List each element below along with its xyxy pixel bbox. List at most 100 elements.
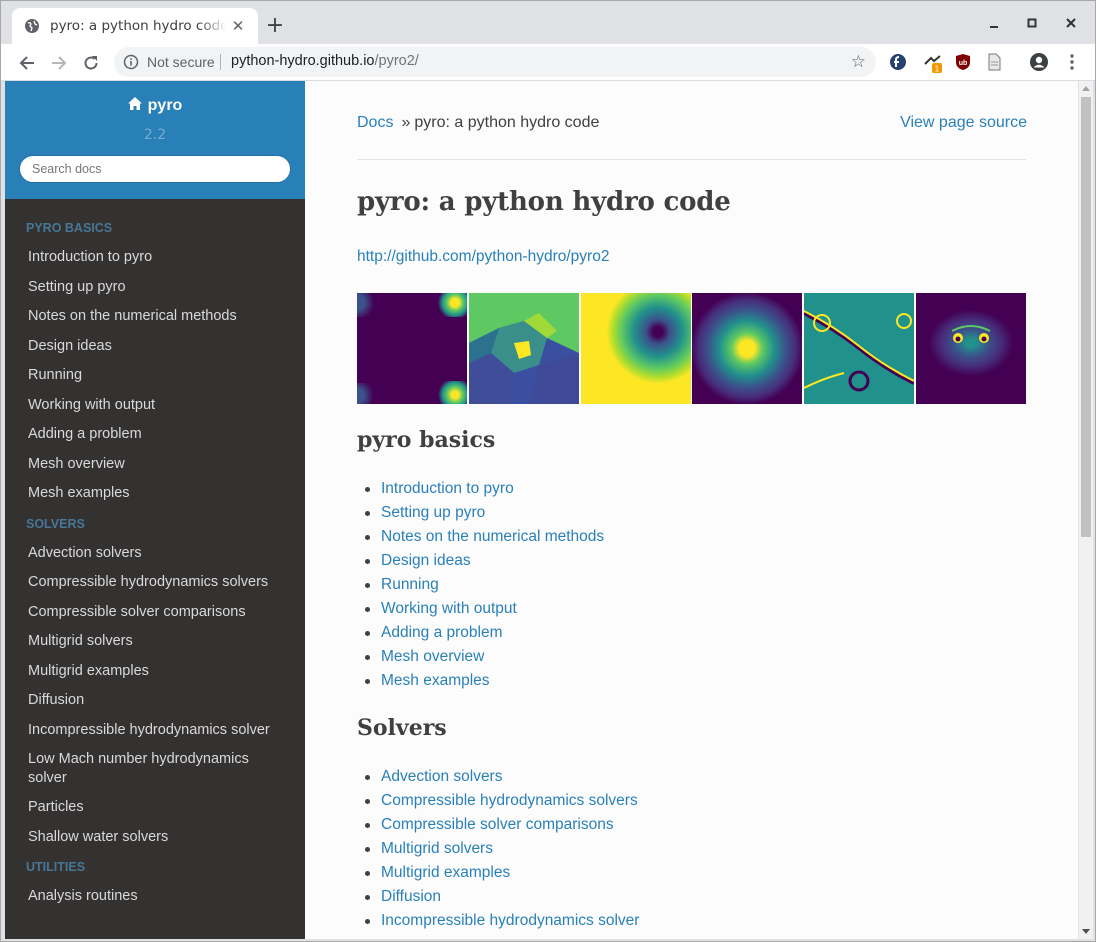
toc-link-mesh-examples[interactable]: Mesh examples [381, 672, 490, 689]
list-item: Mesh overview [357, 645, 604, 669]
toc-link-mesh-overview[interactable]: Mesh overview [381, 648, 484, 665]
basics-heading: pyro basics [357, 427, 496, 453]
svg-text:ub: ub [959, 60, 968, 67]
main-content: Docs » pyro: a python hydro code View page… [305, 81, 1078, 939]
fedora-extension-icon[interactable] [888, 52, 908, 72]
sidebar-item-multigrid-examples[interactable]: Multigrid examples [5, 657, 305, 687]
banner-panel-advection [357, 293, 467, 404]
new-tab-button[interactable]: + [265, 15, 285, 37]
toc-link-multigrid-examples[interactable]: Multigrid examples [381, 864, 510, 881]
list-item: Advection solvers [357, 765, 639, 789]
list-item: Compressible hydrodynamics solvers [357, 789, 639, 813]
project-name: pyro [147, 97, 183, 114]
toc-link-numerical-methods[interactable]: Notes on the numerical methods [381, 528, 604, 545]
toc-link-advection[interactable]: Advection solvers [381, 768, 502, 785]
toc-link-incompressible[interactable]: Incompressible hydrodynamics solver [381, 912, 639, 929]
list-item: Adding a problem [357, 621, 604, 645]
github-link[interactable]: http://github.com/python-hydro/pyro2 [357, 248, 609, 266]
list-item: Diffusion [357, 885, 639, 909]
list-item: Introduction to pyro [357, 477, 604, 501]
browser-tab[interactable]: pyro: a python hydro code ✕ [12, 8, 258, 44]
sidebar-item-running[interactable]: Running [5, 361, 305, 391]
sidebar-item-mesh-examples[interactable]: Mesh examples [5, 479, 305, 509]
search-docs-input[interactable] [19, 155, 291, 183]
close-tab-icon[interactable]: ✕ [230, 18, 246, 34]
maximize-icon[interactable] [1022, 13, 1042, 33]
close-window-icon[interactable] [1061, 13, 1081, 33]
sidebar-item-introduction[interactable]: Introduction to pyro [5, 243, 305, 273]
sidebar-item-shallow-water[interactable]: Shallow water solvers [5, 823, 305, 853]
sidebar-item-setting-up[interactable]: Setting up pyro [5, 273, 305, 303]
toc-link-compressible[interactable]: Compressible hydrodynamics solvers [381, 792, 638, 809]
reload-icon[interactable] [78, 50, 104, 76]
breadcrumb: Docs » pyro: a python hydro code View page… [357, 114, 1027, 132]
view-page-source-link[interactable]: View page source [900, 114, 1027, 132]
sidebar-item-design-ideas[interactable]: Design ideas [5, 332, 305, 362]
tab-title: pyro: a python hydro code [50, 18, 226, 34]
list-item: Multigrid examples [357, 861, 639, 885]
sidebar-item-compressible[interactable]: Compressible hydrodynamics solvers [5, 568, 305, 598]
breadcrumb-current: pyro: a python hydro code [414, 114, 600, 131]
sidebar-caption-basics: Pyro Basics [26, 221, 113, 235]
sidebar-item-compressible-comparisons[interactable]: Compressible solver comparisons [5, 598, 305, 628]
extension-tool-icon[interactable]: 1 [922, 52, 942, 74]
project-home-link[interactable]: pyro [127, 97, 183, 115]
sidebar-header: pyro 2.2 [5, 81, 305, 199]
url-text[interactable]: python-hydro.github.io/pyro2/ [231, 53, 419, 69]
banner-panel-diffusion [580, 293, 691, 404]
security-label[interactable]: Not secure [147, 54, 215, 70]
sidebar-item-incompressible[interactable]: Incompressible hydrodynamics solver [5, 716, 305, 746]
breadcrumb-docs-link[interactable]: Docs [357, 114, 393, 131]
document-icon[interactable] [984, 52, 1004, 72]
forward-icon[interactable] [46, 50, 72, 76]
back-icon[interactable] [14, 50, 40, 76]
ublock-icon[interactable]: ub [953, 52, 973, 72]
list-item: Running [357, 573, 604, 597]
page-scrollbar[interactable] [1078, 81, 1093, 939]
sidebar-item-low-mach[interactable]: Low Mach number hydrodynamics solver [5, 745, 305, 793]
scrollbar-thumb[interactable] [1081, 97, 1091, 537]
basics-toc-list: Introduction to pyro Setting up pyro Not… [357, 477, 604, 693]
toc-link-setting-up[interactable]: Setting up pyro [381, 504, 485, 521]
project-version: 2.2 [143, 127, 167, 143]
scroll-down-arrow-icon[interactable] [1082, 929, 1090, 934]
breadcrumb-separator: » [401, 114, 411, 131]
breadcrumb-divider [357, 159, 1026, 160]
sidebar-item-diffusion[interactable]: Diffusion [5, 686, 305, 716]
banner-panel-lowmach [915, 293, 1026, 404]
solvers-heading: Solvers [357, 715, 447, 741]
sidebar-item-mesh-overview[interactable]: Mesh overview [5, 450, 305, 480]
sidebar-item-multigrid[interactable]: Multigrid solvers [5, 627, 305, 657]
info-icon[interactable] [123, 54, 139, 75]
sidebar-caption-utilities: Utilities [26, 860, 86, 874]
bookmark-star-icon[interactable]: ☆ [851, 52, 866, 72]
toc-link-working-with-output[interactable]: Working with output [381, 600, 517, 617]
sidebar-item-analysis[interactable]: Analysis routines [5, 882, 305, 912]
sidebar-item-particles[interactable]: Particles [5, 793, 305, 823]
toc-link-running[interactable]: Running [381, 576, 439, 593]
minimize-icon[interactable] [984, 13, 1004, 33]
url-host: python-hydro.github.io [231, 53, 375, 69]
banner-panel-multigrid [692, 293, 803, 404]
toc-link-multigrid[interactable]: Multigrid solvers [381, 840, 493, 857]
address-bar[interactable]: Not secure python-hydro.github.io/pyro2/… [114, 47, 876, 77]
toc-link-diffusion[interactable]: Diffusion [381, 888, 441, 905]
toc-link-adding-problem[interactable]: Adding a problem [381, 624, 503, 641]
list-item: Incompressible hydrodynamics solver [357, 909, 639, 933]
list-item: Design ideas [357, 549, 604, 573]
toc-link-design-ideas[interactable]: Design ideas [381, 552, 471, 569]
sidebar-item-working-with-output[interactable]: Working with output [5, 391, 305, 421]
toc-link-compressible-comparisons[interactable]: Compressible solver comparisons [381, 816, 614, 833]
browser-toolbar: Not secure python-hydro.github.io/pyro2/… [1, 44, 1095, 81]
toc-link-introduction[interactable]: Introduction to pyro [381, 480, 514, 497]
globe-icon [24, 18, 40, 34]
url-path: /pyro2/ [374, 53, 419, 69]
sidebar-item-adding-problem[interactable]: Adding a problem [5, 420, 305, 450]
menu-kebab-icon[interactable] [1062, 52, 1082, 72]
scroll-up-arrow-icon[interactable] [1082, 86, 1090, 91]
sidebar-item-advection[interactable]: Advection solvers [5, 539, 305, 569]
list-item: Compressible solver comparisons [357, 813, 639, 837]
profile-icon[interactable] [1029, 52, 1049, 72]
sidebar-item-numerical-methods[interactable]: Notes on the numerical methods [5, 302, 305, 332]
simulation-banner-image [357, 293, 1026, 404]
